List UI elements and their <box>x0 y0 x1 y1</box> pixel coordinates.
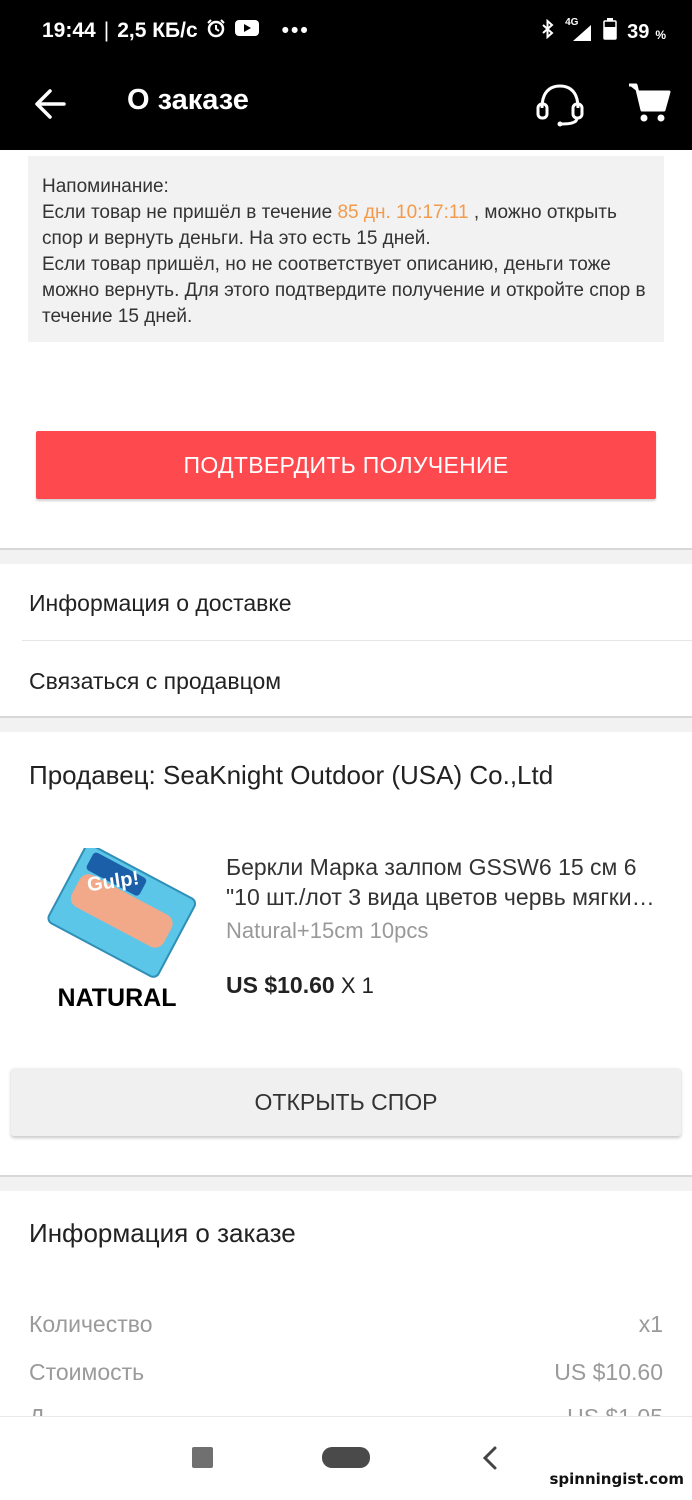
product-price: US $10.60 <box>226 972 335 998</box>
product-quantity: X 1 <box>340 973 374 998</box>
info-label: Стоимость <box>29 1359 145 1385</box>
back-arrow-icon[interactable] <box>30 82 74 126</box>
nav-back-icon[interactable] <box>478 1443 502 1473</box>
reminder-heading: Напоминание: <box>42 176 169 197</box>
alarm-icon <box>206 18 226 44</box>
watermark: spinningist.com <box>549 1470 685 1488</box>
status-separator: | <box>103 19 110 42</box>
contact-seller-link[interactable]: Связаться с продавцом <box>0 642 692 720</box>
app-bar: О заказе <box>0 62 692 150</box>
reminder-box: Напоминание: Если товар не пришёл в тече… <box>28 156 664 342</box>
status-bar: 19:44 | 2,5 КБ/с ••• 4G 39 % <box>0 0 692 62</box>
support-headset-icon[interactable] <box>534 78 586 130</box>
cart-icon[interactable] <box>626 80 672 126</box>
reminder-line1: Если товар не пришёл в течение 85 дн. 10… <box>42 200 650 252</box>
info-row-quantity: Количество x1 <box>29 1311 663 1338</box>
battery-level: 39 <box>627 20 650 43</box>
section-divider <box>0 1175 692 1191</box>
signal-4g-icon: 4G <box>565 17 593 43</box>
reminder-line1-start: Если товар не пришёл в течение <box>42 202 338 223</box>
net-speed: 2,5 КБ/с <box>117 19 198 42</box>
youtube-icon <box>234 18 260 44</box>
product-image-caption: NATURAL <box>58 984 177 1012</box>
section-divider <box>0 548 692 564</box>
status-bar-left: 19:44 | 2,5 КБ/с ••• <box>42 18 310 44</box>
more-notifications-icon: ••• <box>281 19 310 42</box>
product-price-line: US $10.60 X 1 <box>226 972 374 999</box>
status-bar-right: 4G 39 % <box>541 17 666 46</box>
row-divider <box>22 640 692 641</box>
info-value: US $10.60 <box>554 1359 663 1385</box>
protection-timer: 85 дн. 10:17:11 <box>337 202 469 223</box>
info-value: x1 <box>638 1311 663 1337</box>
product-image[interactable]: Gulp! NATURAL <box>28 844 206 1026</box>
confirm-receipt-button[interactable]: ПОДТВЕРДИТЬ ПОЛУЧЕНИЕ <box>36 431 656 499</box>
info-label: Количество <box>29 1311 153 1337</box>
bluetooth-icon <box>541 18 555 45</box>
open-dispute-button[interactable]: ОТКРЫТЬ СПОР <box>11 1068 681 1136</box>
battery-unit: % <box>655 28 666 42</box>
home-pill-icon[interactable] <box>322 1447 370 1468</box>
reminder-line2: Если товар пришёл, но не соответствует о… <box>42 254 646 327</box>
section-divider <box>0 716 692 732</box>
product-title[interactable]: Беркли Марка залпом GSSW6 15 см 6 "10 шт… <box>226 852 666 912</box>
order-info-title: Информация о заказе <box>29 1218 296 1248</box>
delivery-info-link[interactable]: Информация о доставке <box>0 564 692 642</box>
status-time: 19:44 <box>42 19 96 42</box>
battery-icon <box>603 18 617 46</box>
recent-apps-icon[interactable] <box>192 1447 213 1468</box>
seller-name[interactable]: Продавец: SeaKnight Outdoor (USA) Co.,Lt… <box>29 760 553 791</box>
product-variant: Natural+15cm 10pcs <box>226 918 429 943</box>
page-title: О заказе <box>127 84 249 116</box>
info-row-cost: Стоимость US $10.60 <box>29 1359 663 1386</box>
